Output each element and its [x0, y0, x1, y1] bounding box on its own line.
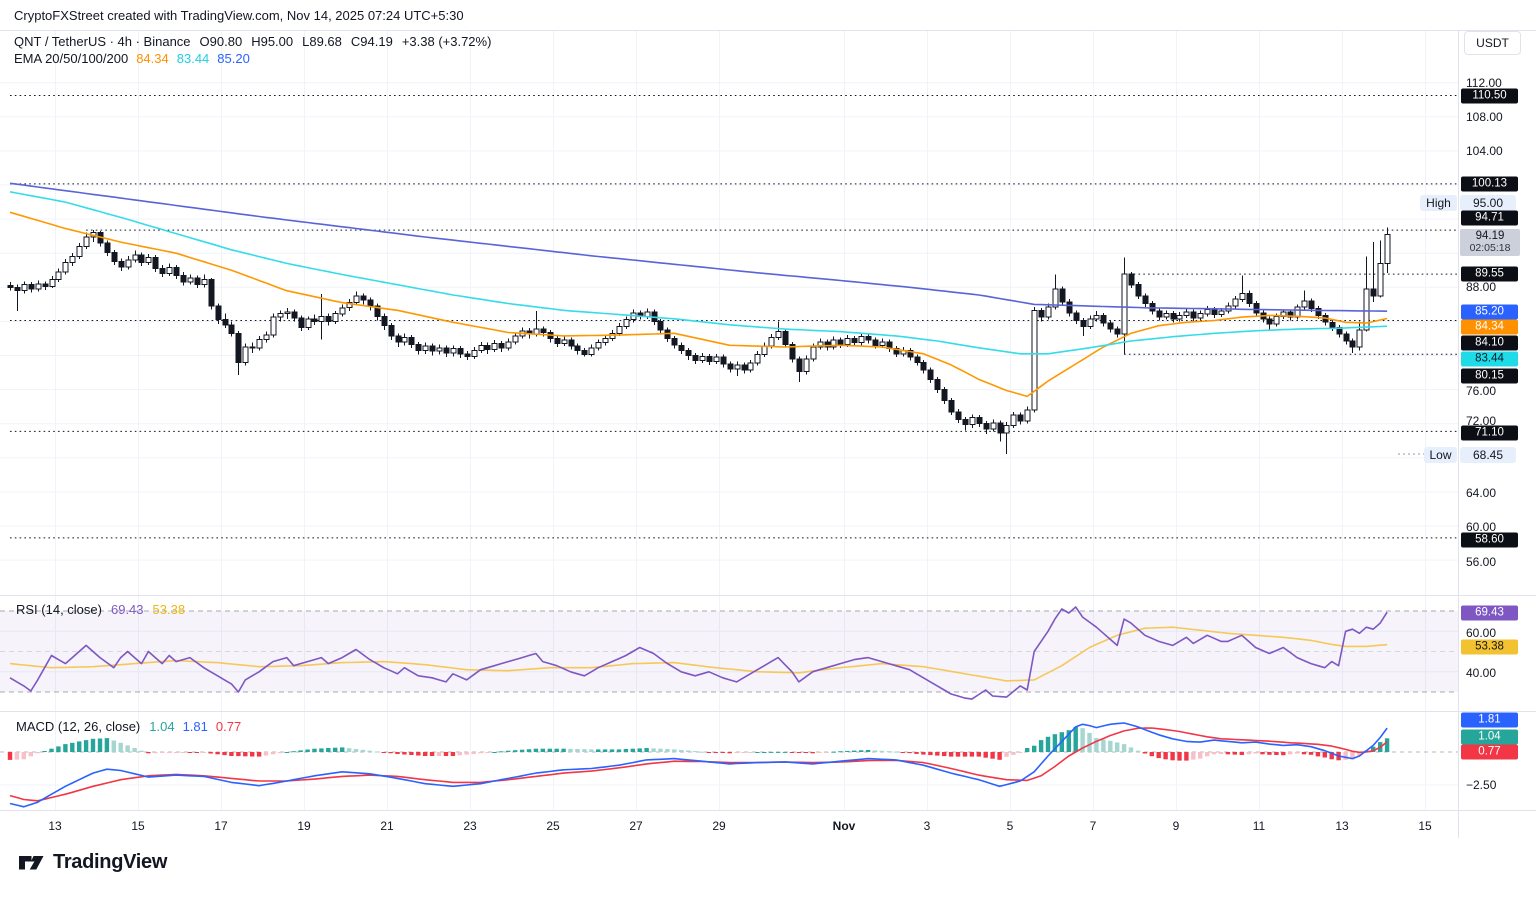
credit-line: CryptoFXStreet created with TradingView.…: [14, 8, 464, 23]
time-tick-label: 17: [214, 819, 227, 833]
ema-value: 84.34: [136, 51, 169, 66]
time-tick-label: 11: [1253, 819, 1265, 833]
ohlc-low: L89.68: [302, 34, 342, 49]
high-marker-label: High: [1420, 195, 1457, 211]
ohlc-high: H95.00: [251, 34, 293, 49]
time-tick-label: 15: [1418, 819, 1431, 833]
time-tick-label: 19: [297, 819, 310, 833]
rsi-pane-divider[interactable]: [0, 595, 1536, 596]
tradingview-logo-icon: [18, 852, 45, 874]
macd-value: 1.04: [149, 719, 174, 734]
time-tick-label: 7: [1090, 819, 1097, 833]
symbol-legend: QNT / TetherUS · 4h · Binance O90.80 H95…: [14, 34, 491, 49]
time-tick-label: 3: [924, 819, 931, 833]
time-tick-label: 23: [463, 819, 476, 833]
ohlc-change: +3.38 (+3.72%): [402, 34, 492, 49]
symbol-title[interactable]: QNT / TetherUS · 4h · Binance: [14, 34, 191, 49]
current-price: 94.19: [1460, 229, 1520, 243]
time-tick-label: 25: [546, 819, 559, 833]
chart-canvas[interactable]: [0, 0, 1536, 840]
macd-value: 1.81: [183, 719, 208, 734]
time-tick-label: 5: [1007, 819, 1014, 833]
time-tick-label: 21: [380, 819, 393, 833]
time-tick-label: 15: [131, 819, 144, 833]
ohlc-open: O90.80: [200, 34, 243, 49]
time-tick-label: 13: [48, 819, 61, 833]
ema-legend-label[interactable]: EMA 20/50/100/200: [14, 51, 128, 66]
rsi-legend-label[interactable]: RSI (14, close): [16, 602, 102, 617]
ema-value: 83.44: [177, 51, 210, 66]
header-divider: [0, 30, 1536, 31]
time-axis[interactable]: 13 15 17 19 21 23 25 27 29 Nov 3 5 7 9 11 13 15: [0, 810, 1536, 838]
ema-legend: EMA 20/50/100/200 84.34 83.44 85.20: [14, 51, 250, 66]
rsi-ma-value: 53.38: [153, 602, 186, 617]
rsi-legend: RSI (14, close) 69.43 53.38: [16, 602, 185, 617]
current-price-badge: 94.19 02:05:18: [1460, 229, 1520, 256]
low-marker-value: 68.45: [1460, 447, 1516, 463]
currency-toggle-button[interactable]: USDT: [1464, 31, 1521, 55]
ema-legend-values: 84.34 83.44 85.20: [136, 51, 250, 66]
tradingview-chart-page: CryptoFXStreet created with TradingView.…: [0, 0, 1536, 897]
ema-value: 85.20: [217, 51, 250, 66]
time-tick-label: Nov: [833, 819, 856, 833]
time-tick-label: 9: [1173, 819, 1180, 833]
tradingview-logo-text: TradingView: [53, 851, 167, 874]
bar-countdown: 02:05:18: [1460, 243, 1520, 254]
price-axis-divider: [1458, 30, 1459, 838]
macd-legend: MACD (12, 26, close) 1.04 1.81 0.77: [16, 719, 241, 734]
macd-pane-divider[interactable]: [0, 711, 1536, 712]
time-tick-label: 29: [712, 819, 725, 833]
time-tick-label: 27: [629, 819, 642, 833]
ohlc-close: C94.19: [351, 34, 393, 49]
macd-legend-values: 1.04 1.81 0.77: [149, 719, 241, 734]
macd-value: 0.77: [216, 719, 241, 734]
high-marker-value: 95.00: [1460, 195, 1516, 211]
macd-legend-label[interactable]: MACD (12, 26, close): [16, 719, 140, 734]
time-tick-label: 13: [1335, 819, 1348, 833]
tradingview-logo[interactable]: TradingView: [18, 851, 167, 874]
rsi-value: 69.43: [111, 602, 144, 617]
low-marker-label: Low: [1424, 447, 1457, 463]
